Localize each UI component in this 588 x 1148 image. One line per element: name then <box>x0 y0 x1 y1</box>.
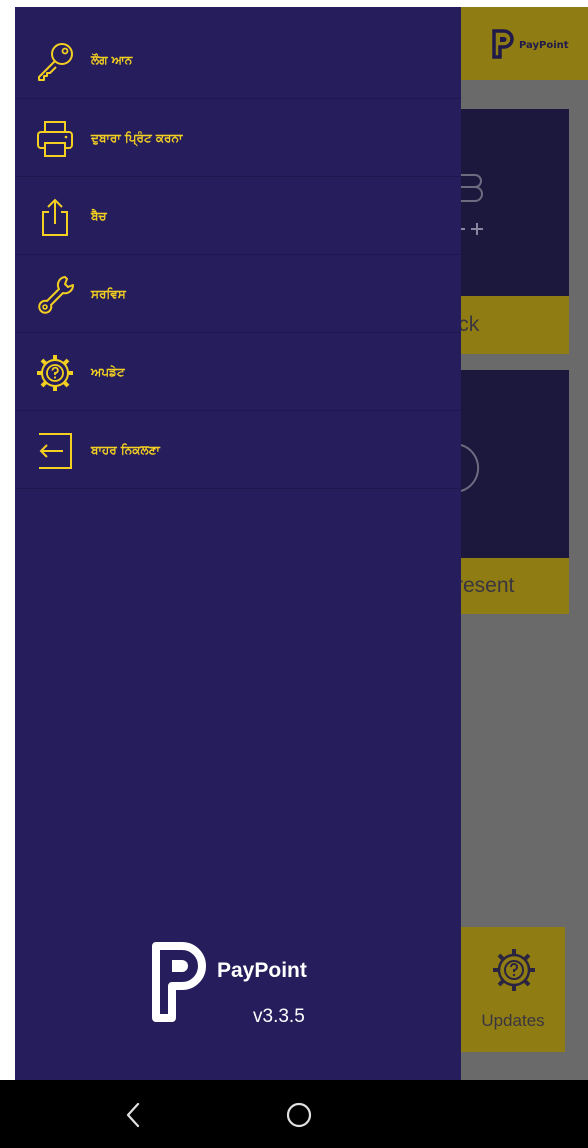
system-navigation-bar <box>0 1080 588 1148</box>
back-chevron-icon[interactable] <box>120 1100 148 1130</box>
header-brand: PayPoint <box>519 40 569 51</box>
present-button-label: resent <box>461 574 515 597</box>
cashback-button[interactable]: ashback <box>461 296 569 354</box>
exit-icon <box>39 433 72 469</box>
updates-label: Updates <box>481 1011 545 1030</box>
updates-tile[interactable]: Updates <box>461 927 565 1052</box>
cashback-button-label: ashback <box>461 313 480 336</box>
menu-item-label: ਬਾਹਰ ਨਿਕਲਣਾ <box>91 443 160 457</box>
paypoint-logo-icon <box>152 942 206 1022</box>
menu-item-service[interactable]: ਸਰਵਿਸ <box>15 255 461 333</box>
app-header: PayPoint <box>461 7 588 80</box>
navigation-drawer: ਲੌਗ ਆਨ ਦੁਬਾਰਾ ਪ੍ਰਿੰਟ ਕਰਨਾ ਬੈਚ ਸਰਵਿਸ ਅਪਡੇ… <box>15 7 461 1080</box>
brand-name: PayPoint <box>217 959 307 982</box>
paypoint-logo-icon <box>492 29 514 59</box>
menu-item-label: ਲੌਗ ਆਨ <box>91 53 133 67</box>
gear-question-icon <box>493 949 535 991</box>
menu-item-exit[interactable]: ਬਾਹਰ ਨਿਕਲਣਾ <box>15 411 461 489</box>
home-circle-icon[interactable] <box>285 1101 313 1129</box>
brand-footer: PayPoint v3.3.5 <box>15 942 461 1042</box>
basket-icon <box>461 174 483 235</box>
menu-item-log-on[interactable]: ਲੌਗ ਆਨ <box>15 21 461 99</box>
menu-item-batch[interactable]: ਬੈਚ <box>15 177 461 255</box>
gear-question-icon <box>37 355 73 391</box>
menu-item-label: ਸਰਵਿਸ <box>91 287 126 301</box>
share-upload-icon <box>42 198 68 236</box>
circle-icon <box>461 444 480 492</box>
menu-item-label: ਅਪਡੇਟ <box>91 365 125 379</box>
wrench-icon <box>38 276 74 314</box>
present-button[interactable]: resent <box>461 558 569 614</box>
menu-item-reprint[interactable]: ਦੁਬਾਰਾ ਪ੍ਰਿੰਟ ਕਰਨਾ <box>15 99 461 177</box>
drawer-menu: ਲੌਗ ਆਨ ਦੁਬਾਰਾ ਪ੍ਰਿੰਟ ਕਰਨਾ ਬੈਚ ਸਰਵਿਸ ਅਪਡੇ… <box>15 21 461 489</box>
menu-item-label: ਦੁਬਾਰਾ ਪ੍ਰਿੰਟ ਕਰਨਾ <box>91 131 183 145</box>
printer-icon <box>37 121 73 157</box>
app-version: v3.3.5 <box>253 1006 305 1027</box>
key-icon <box>38 43 73 81</box>
menu-item-label: ਬੈਚ <box>91 209 107 223</box>
menu-item-update[interactable]: ਅਪਡੇਟ <box>15 333 461 411</box>
